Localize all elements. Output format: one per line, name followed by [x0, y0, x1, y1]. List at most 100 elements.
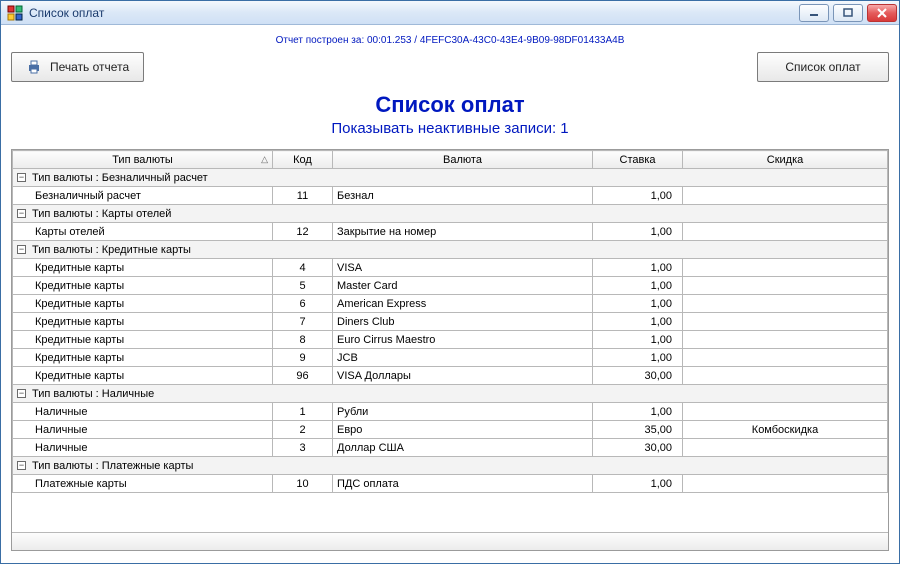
- cell-rate: 1,00: [593, 403, 683, 421]
- report-info: Отчет построен за: 00:01.253 / 4FEFC30A-…: [11, 35, 889, 46]
- maximize-button[interactable]: [833, 4, 863, 22]
- cell-type: Безналичный расчет: [13, 187, 273, 205]
- cell-discount: [683, 439, 888, 457]
- cell-rate: 1,00: [593, 187, 683, 205]
- cell-code: 1: [273, 403, 333, 421]
- collapse-icon[interactable]: −: [17, 245, 26, 254]
- group-row[interactable]: −Тип валюты : Безналичный расчет: [13, 169, 888, 187]
- cell-type: Наличные: [13, 421, 273, 439]
- col-header-rate[interactable]: Ставка: [593, 151, 683, 169]
- col-header-code[interactable]: Код: [273, 151, 333, 169]
- cell-code: 4: [273, 259, 333, 277]
- cell-currency: VISA Доллары: [333, 367, 593, 385]
- table-row[interactable]: Кредитные карты4VISA1,00: [13, 259, 888, 277]
- cell-rate: 1,00: [593, 331, 683, 349]
- cell-discount: [683, 349, 888, 367]
- minimize-button[interactable]: [799, 4, 829, 22]
- cell-currency: American Express: [333, 295, 593, 313]
- cell-currency: Евро: [333, 421, 593, 439]
- table-row[interactable]: Платежные карты10ПДС оплата1,00: [13, 475, 888, 493]
- group-label: Тип валюты : Безналичный расчет: [32, 172, 208, 184]
- collapse-icon[interactable]: −: [17, 461, 26, 470]
- cell-rate: 30,00: [593, 367, 683, 385]
- cell-type: Наличные: [13, 403, 273, 421]
- cell-rate: 1,00: [593, 295, 683, 313]
- cell-code: 10: [273, 475, 333, 493]
- cell-rate: 1,00: [593, 259, 683, 277]
- cell-discount: [683, 313, 888, 331]
- payment-list-button[interactable]: Список оплат: [757, 52, 889, 82]
- cell-code: 6: [273, 295, 333, 313]
- col-header-currency[interactable]: Валюта: [333, 151, 593, 169]
- page-subtitle: Показывать неактивные записи: 1: [11, 120, 889, 137]
- table-row[interactable]: Карты отелей12Закрытие на номер1,00: [13, 223, 888, 241]
- collapse-icon[interactable]: −: [17, 209, 26, 218]
- col-header-type[interactable]: Тип валюты △: [13, 151, 273, 169]
- cell-currency: VISA: [333, 259, 593, 277]
- group-row[interactable]: −Тип валюты : Карты отелей: [13, 205, 888, 223]
- print-report-button[interactable]: Печать отчета: [11, 52, 144, 82]
- table-row[interactable]: Кредитные карты5Master Card1,00: [13, 277, 888, 295]
- cell-discount: [683, 403, 888, 421]
- group-row[interactable]: −Тип валюты : Наличные: [13, 385, 888, 403]
- table-row[interactable]: Безналичный расчет11Безнал1,00: [13, 187, 888, 205]
- table-row[interactable]: Кредитные карты6American Express1,00: [13, 295, 888, 313]
- grid-footer: [12, 532, 888, 550]
- cell-rate: 30,00: [593, 439, 683, 457]
- table-row[interactable]: Кредитные карты7Diners Club1,00: [13, 313, 888, 331]
- cell-rate: 1,00: [593, 349, 683, 367]
- group-row[interactable]: −Тип валюты : Кредитные карты: [13, 241, 888, 259]
- cell-currency: Master Card: [333, 277, 593, 295]
- table-row[interactable]: Наличные3Доллар США30,00: [13, 439, 888, 457]
- cell-code: 3: [273, 439, 333, 457]
- group-row[interactable]: −Тип валюты : Платежные карты: [13, 457, 888, 475]
- group-label: Тип валюты : Наличные: [32, 388, 154, 400]
- cell-discount: [683, 475, 888, 493]
- cell-discount: [683, 367, 888, 385]
- collapse-icon[interactable]: −: [17, 173, 26, 182]
- collapse-icon[interactable]: −: [17, 389, 26, 398]
- cell-type: Кредитные карты: [13, 259, 273, 277]
- cell-discount: [683, 223, 888, 241]
- print-report-label: Печать отчета: [50, 60, 129, 74]
- table-header-row: Тип валюты △ Код Валюта Ставка Скидка: [13, 151, 888, 169]
- cell-currency: Безнал: [333, 187, 593, 205]
- cell-currency: Закрытие на номер: [333, 223, 593, 241]
- cell-rate: 1,00: [593, 277, 683, 295]
- cell-type: Кредитные карты: [13, 313, 273, 331]
- grid-empty-area: [12, 493, 888, 532]
- close-button[interactable]: [867, 4, 897, 22]
- cell-type: Кредитные карты: [13, 331, 273, 349]
- cell-currency: Euro Cirrus Maestro: [333, 331, 593, 349]
- cell-code: 8: [273, 331, 333, 349]
- payment-grid: Тип валюты △ Код Валюта Ставка Скидка −Т…: [11, 149, 889, 551]
- cell-currency: ПДС оплата: [333, 475, 593, 493]
- cell-discount: [683, 277, 888, 295]
- col-header-discount[interactable]: Скидка: [683, 151, 888, 169]
- table-row[interactable]: Наличные1Рубли1,00: [13, 403, 888, 421]
- window-title: Список оплат: [29, 6, 104, 20]
- table-row[interactable]: Наличные2Евро35,00Комбоскидка: [13, 421, 888, 439]
- cell-discount: [683, 187, 888, 205]
- app-icon: [7, 5, 23, 21]
- sort-asc-icon: △: [261, 154, 268, 165]
- cell-code: 96: [273, 367, 333, 385]
- cell-discount: [683, 259, 888, 277]
- button-row: Печать отчета Список оплат: [11, 52, 889, 82]
- cell-rate: 1,00: [593, 313, 683, 331]
- cell-currency: JCB: [333, 349, 593, 367]
- cell-code: 5: [273, 277, 333, 295]
- cell-discount: [683, 331, 888, 349]
- col-header-type-label: Тип валюты: [112, 154, 173, 166]
- group-label: Тип валюты : Кредитные карты: [32, 244, 191, 256]
- table-row[interactable]: Кредитные карты96VISA Доллары30,00: [13, 367, 888, 385]
- table-row[interactable]: Кредитные карты9JCB1,00: [13, 349, 888, 367]
- cell-currency: Рубли: [333, 403, 593, 421]
- cell-currency: Diners Club: [333, 313, 593, 331]
- cell-type: Кредитные карты: [13, 295, 273, 313]
- group-label: Тип валюты : Платежные карты: [32, 460, 193, 472]
- cell-discount: [683, 295, 888, 313]
- content: Отчет построен за: 00:01.253 / 4FEFC30A-…: [1, 25, 899, 563]
- page-title: Список оплат: [11, 92, 889, 118]
- table-row[interactable]: Кредитные карты8Euro Cirrus Maestro1,00: [13, 331, 888, 349]
